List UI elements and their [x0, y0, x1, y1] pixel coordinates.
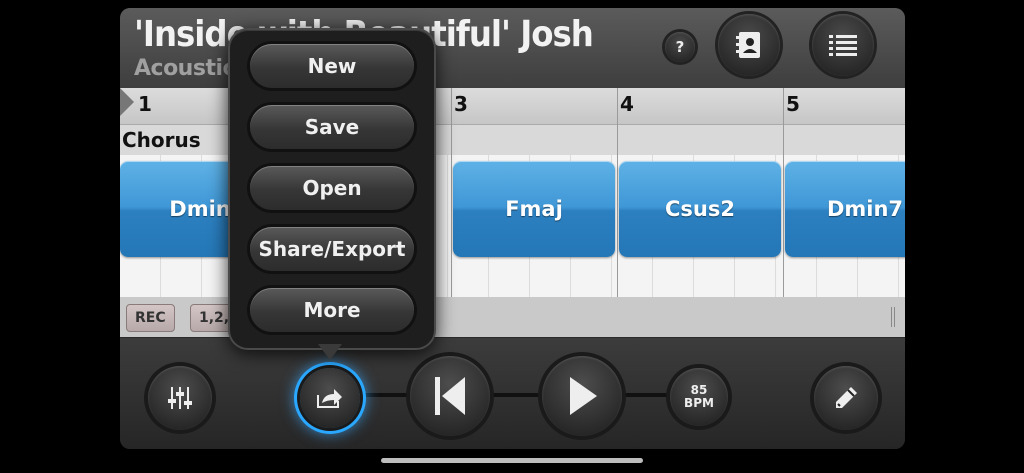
menu-item-more[interactable]: More: [250, 288, 414, 332]
help-button[interactable]: ?: [665, 32, 695, 62]
bpm-unit: BPM: [684, 396, 714, 410]
chord-block[interactable]: Dmin7: [785, 161, 905, 257]
address-book-button[interactable]: [718, 14, 780, 76]
section-label: Chorus: [122, 128, 201, 152]
transport-track: [360, 393, 670, 397]
play-icon: [570, 377, 597, 415]
share-button[interactable]: [300, 368, 360, 428]
play-button[interactable]: [542, 356, 622, 436]
menu-item-open[interactable]: Open: [250, 166, 414, 210]
resize-grip[interactable]: [891, 307, 897, 327]
mixer-button[interactable]: [148, 366, 212, 430]
popover-arrow: [318, 344, 342, 360]
song-list-button[interactable]: [812, 14, 874, 76]
chord-block[interactable]: Fmaj: [453, 161, 615, 257]
rec-button[interactable]: REC: [126, 304, 175, 332]
home-indicator[interactable]: [381, 458, 643, 463]
share-export-icon: [317, 389, 342, 408]
skip-to-start-icon: [435, 377, 465, 415]
bar-number: 1: [138, 92, 152, 116]
bar-divider: [451, 88, 452, 298]
tempo-button[interactable]: 85 BPM: [670, 368, 728, 426]
pencil-icon: [836, 387, 857, 408]
mixer-sliders-icon: [168, 387, 192, 409]
bar-divider: [617, 88, 618, 298]
question-icon: ?: [675, 38, 685, 56]
playhead-marker[interactable]: [120, 88, 134, 116]
share-menu-popover: New Save Open Share/Export More: [228, 28, 436, 350]
bar-number: 3: [454, 92, 468, 116]
edit-button[interactable]: [814, 366, 878, 430]
menu-item-new[interactable]: New: [250, 44, 414, 88]
bar-number: 4: [620, 92, 634, 116]
menu-item-share-export[interactable]: Share/Export: [250, 227, 414, 271]
menu-item-save[interactable]: Save: [250, 105, 414, 149]
chord-block[interactable]: Csus2: [619, 161, 781, 257]
bar-divider: [783, 88, 784, 298]
skip-to-start-button[interactable]: [410, 356, 490, 436]
bar-number: 5: [786, 92, 800, 116]
address-book-icon: [736, 32, 760, 58]
list-icon: [829, 35, 857, 56]
